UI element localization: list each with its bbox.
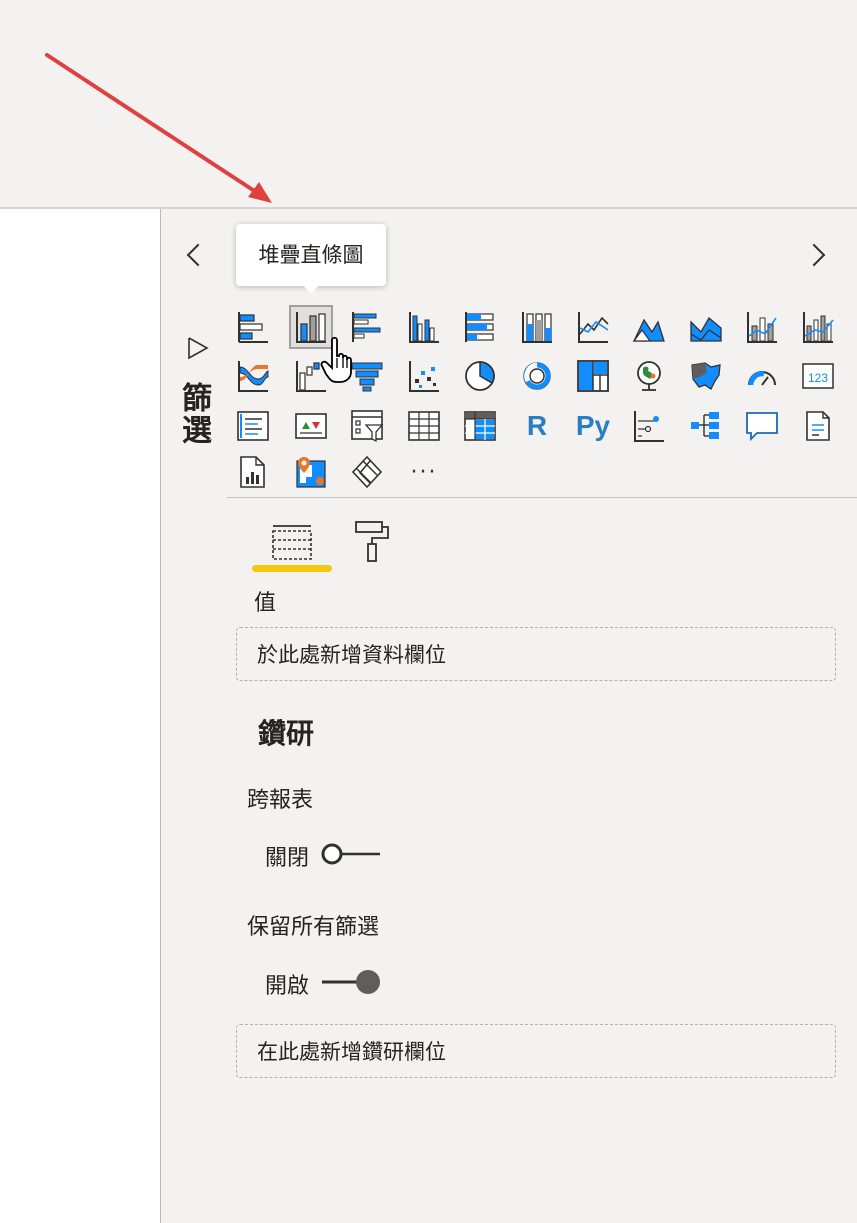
gauge-icon[interactable] [742,356,782,396]
multi-row-card-icon[interactable] [233,406,273,446]
scatter-icon[interactable] [404,356,444,396]
filter-icon [188,337,209,360]
filled-map-icon[interactable] [686,356,726,396]
line-clustered-column-icon[interactable] [798,307,838,347]
more-glyph: ··· [410,459,438,485]
svg-text:123: 123 [808,371,828,385]
key-influencers-icon[interactable] [629,406,669,446]
report-canvas[interactable] [0,209,160,1223]
line-stacked-column-icon[interactable] [742,307,782,347]
paint-roller-icon [355,521,389,562]
keep-filters-label: 保留所有篩選 [247,915,380,940]
cross-report-state: 關閉 [265,846,310,871]
fields-tab[interactable] [257,512,327,572]
keep-filters-state: 開啟 [265,974,310,999]
visual-tooltip: 堆疊直條圖 [236,224,386,286]
drill-through-title: 鑽研 [258,717,315,750]
r-visual-glyph: R [526,410,548,441]
active-tab-indicator [252,565,332,572]
python-visual-glyph: Py [575,410,611,441]
fields-grid-icon [272,525,312,560]
smart-narrative-icon[interactable] [798,406,838,446]
card-icon[interactable]: 123 [798,356,838,396]
qa-icon[interactable] [742,406,782,446]
drill-through-well[interactable]: 在此處新增鑽研欄位 [236,1024,836,1078]
gallery-divider [227,497,857,498]
keep-filters-toggle[interactable] [320,968,382,996]
map-icon[interactable] [629,356,669,396]
slicer-icon[interactable] [347,406,387,446]
clustered-column-icon[interactable] [404,307,444,347]
kpi-icon[interactable] [291,406,331,446]
hand-cursor-icon [320,336,352,383]
ribbon-chart-icon[interactable] [233,356,273,396]
filter-pane-label[interactable]: 篩選 [175,382,215,446]
format-tab[interactable] [337,512,407,572]
cross-report-label: 跨報表 [247,788,314,813]
treemap-icon[interactable] [573,356,613,396]
r-visual-icon[interactable]: R [517,406,557,446]
values-label: 值 [254,591,277,616]
area-chart-icon[interactable] [629,307,669,347]
python-visual-icon[interactable]: Py [573,406,613,446]
stacked-area-icon[interactable] [686,307,726,347]
stacked-bar-icon[interactable] [233,307,273,347]
donut-icon[interactable] [517,356,557,396]
table-icon[interactable] [404,406,444,446]
decomposition-tree-icon[interactable] [686,406,726,446]
100-stacked-bar-icon[interactable] [460,307,500,347]
values-well[interactable]: 於此處新增資料欄位 [236,627,836,681]
more-visuals-icon[interactable]: ··· [404,452,444,492]
matrix-icon[interactable] [460,406,500,446]
azure-map-icon[interactable] [291,452,331,492]
line-chart-icon[interactable] [573,307,613,347]
tooltip-tail [302,284,320,294]
paginated-report-icon[interactable] [233,452,273,492]
cross-report-toggle[interactable] [320,842,382,866]
pie-icon[interactable] [460,356,500,396]
annotation-arrow [45,53,272,203]
power-apps-icon[interactable] [347,452,387,492]
100-stacked-column-icon[interactable] [517,307,557,347]
